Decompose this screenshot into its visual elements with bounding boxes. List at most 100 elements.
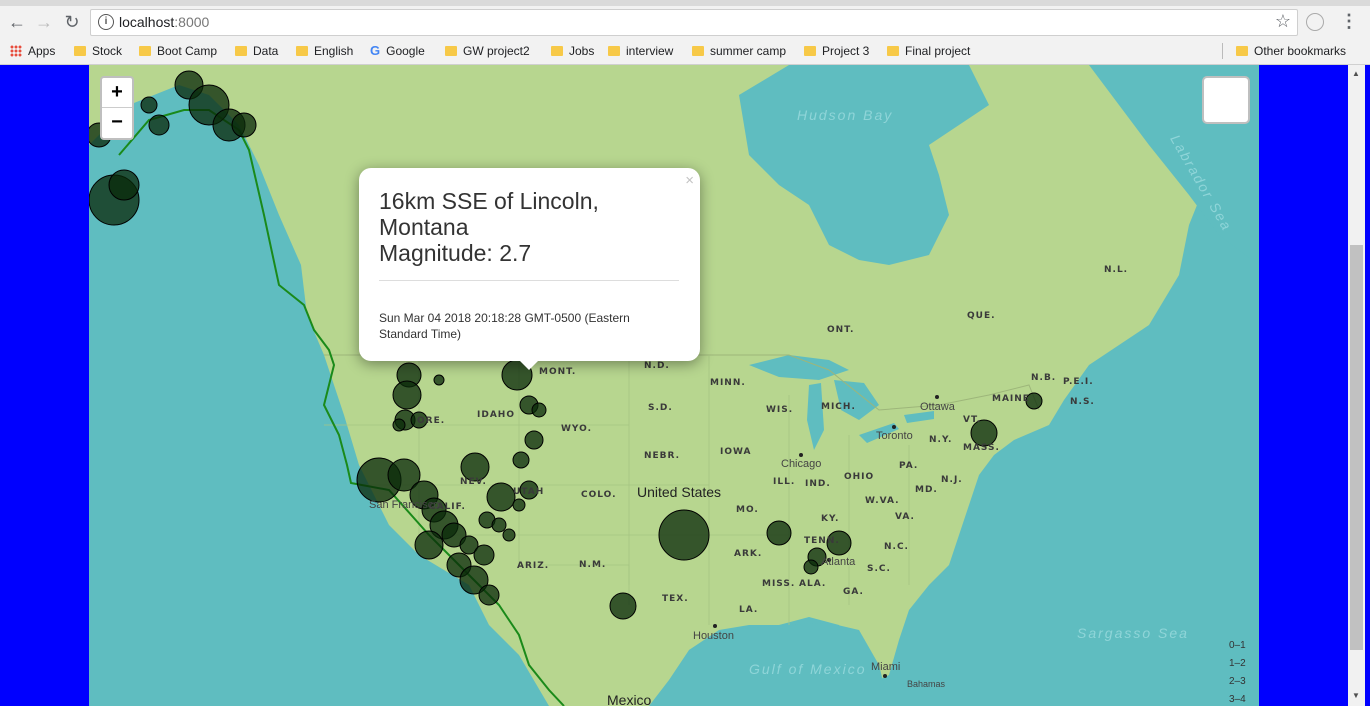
url-text: localhost:8000 — [119, 14, 210, 30]
folder-icon — [235, 46, 247, 56]
folder-icon — [74, 46, 86, 56]
quake-marker — [486, 482, 516, 512]
menu-icon[interactable]: ⋮ — [1340, 12, 1358, 30]
region-label: MISS. — [762, 579, 796, 589]
region-label: N.L. — [1104, 265, 1129, 275]
bookmark-interview[interactable]: interview — [608, 43, 673, 59]
scroll-down-icon[interactable]: ▼ — [1352, 691, 1360, 700]
bookmark-data[interactable]: Data — [235, 43, 278, 59]
zoom-control: + − — [100, 76, 134, 140]
region-label: ALA. — [799, 579, 827, 589]
folder-icon — [139, 46, 151, 56]
popup-time: Sun Mar 04 2018 20:18:28 GMT-0500 (Easte… — [379, 311, 630, 341]
city-label: Ottawa — [920, 401, 955, 413]
region-label: WYO. — [561, 424, 592, 434]
popup-divider — [379, 280, 679, 281]
zoom-out-button[interactable]: − — [102, 108, 132, 137]
popup-title: 16km SSE of Lincoln, Montana Magnitude: … — [379, 188, 679, 266]
region-label: LA. — [739, 605, 759, 615]
extension-icon[interactable] — [1306, 13, 1324, 31]
quake-marker — [392, 380, 422, 410]
region-label: ONT. — [827, 325, 855, 335]
quake-marker — [148, 114, 170, 136]
folder-icon — [1236, 46, 1248, 56]
bookmark-apps[interactable]: Apps — [10, 43, 55, 59]
popup-tip — [517, 358, 541, 370]
bookmarks-bar: Apps Stock Boot Camp Data English G Googl… — [0, 38, 1370, 65]
bookmark-jobs[interactable]: Jobs — [551, 43, 594, 59]
bookmark-gw-project2[interactable]: GW project2 — [445, 43, 530, 59]
zoom-in-button[interactable]: + — [102, 78, 132, 108]
quake-marker — [392, 418, 406, 432]
city-label: Chicago — [781, 458, 822, 470]
page-scrollbar[interactable]: ▲ ▼ — [1348, 65, 1365, 706]
quake-marker — [524, 430, 544, 450]
reload-icon[interactable]: ↻ — [61, 11, 83, 33]
page-viewport: Hudson Bay Labrador Sea Sargasso Sea Gul… — [0, 65, 1370, 706]
quake-marker — [108, 169, 140, 201]
quake-marker — [502, 528, 516, 542]
quake-marker — [414, 530, 444, 560]
water-label-hudson: Hudson Bay — [797, 107, 894, 123]
folder-icon — [445, 46, 457, 56]
bookmark-boot-camp[interactable]: Boot Camp — [139, 43, 217, 59]
bookmark-google[interactable]: G Google — [370, 43, 425, 59]
region-label: COLO. — [581, 490, 617, 500]
google-icon: G — [370, 43, 381, 58]
address-bar[interactable]: i localhost:8000 ☆ — [90, 9, 1298, 36]
region-label: ARK. — [734, 549, 763, 559]
city-label: Houston — [693, 630, 734, 642]
quake-marker — [803, 559, 819, 575]
region-label: NEBR. — [644, 451, 681, 461]
bookmark-summer-camp[interactable]: summer camp — [692, 43, 786, 59]
region-label: UTAH — [513, 487, 545, 497]
country-label-us: United States — [637, 484, 722, 500]
country-label-mexico: Mexico — [607, 692, 652, 706]
region-label: ILL. — [773, 477, 796, 487]
popup-magnitude: Magnitude: 2.7 — [379, 240, 532, 266]
bookmark-project-3[interactable]: Project 3 — [804, 43, 869, 59]
apps-grid-icon — [10, 45, 22, 57]
region-label: P.E.I. — [1063, 377, 1094, 387]
region-label: KY. — [821, 514, 840, 524]
region-label: N.Y. — [929, 435, 953, 445]
region-label: W.VA. — [865, 496, 900, 506]
region-label: N.C. — [884, 542, 909, 552]
bookmark-stock[interactable]: Stock — [74, 43, 122, 59]
region-label: MICH. — [821, 402, 856, 412]
folder-icon — [296, 46, 308, 56]
forward-icon[interactable]: → — [33, 11, 55, 33]
region-label: N.S. — [1070, 397, 1095, 407]
layers-control-button[interactable] — [1202, 76, 1250, 124]
quake-marker — [512, 498, 526, 512]
region-label: ORE. — [417, 416, 446, 426]
region-label: N.J. — [941, 475, 963, 485]
folder-icon — [692, 46, 704, 56]
earthquake-map[interactable]: Hudson Bay Labrador Sea Sargasso Sea Gul… — [89, 65, 1259, 706]
quake-marker — [231, 112, 257, 138]
region-label: NEV. — [460, 477, 487, 487]
bookmark-star-icon[interactable]: ☆ — [1275, 11, 1291, 32]
back-icon[interactable]: ← — [6, 11, 28, 33]
city-label: Atlanta — [821, 556, 856, 568]
region-label: GA. — [843, 587, 864, 597]
bookmark-separator — [1222, 43, 1223, 59]
scroll-up-icon[interactable]: ▲ — [1352, 69, 1360, 78]
quake-marker — [609, 592, 637, 620]
info-icon[interactable]: i — [98, 14, 114, 30]
region-label: IDAHO — [477, 410, 515, 420]
region-label: S.D. — [648, 403, 673, 413]
scrollbar-thumb[interactable] — [1350, 245, 1363, 650]
city-label: Bahamas — [907, 679, 946, 689]
quake-marker — [531, 402, 547, 418]
region-label: MASS. — [963, 443, 1000, 453]
region-label: N.B. — [1031, 373, 1057, 383]
close-icon[interactable]: × — [685, 172, 694, 189]
bookmark-other[interactable]: Other bookmarks — [1236, 43, 1346, 59]
quake-marker — [512, 451, 530, 469]
region-label: IND. — [805, 479, 831, 489]
region-label: MO. — [736, 505, 759, 515]
bookmark-english[interactable]: English — [296, 43, 353, 59]
region-label: ARIZ. — [517, 561, 550, 571]
bookmark-final-project[interactable]: Final project — [887, 43, 970, 59]
